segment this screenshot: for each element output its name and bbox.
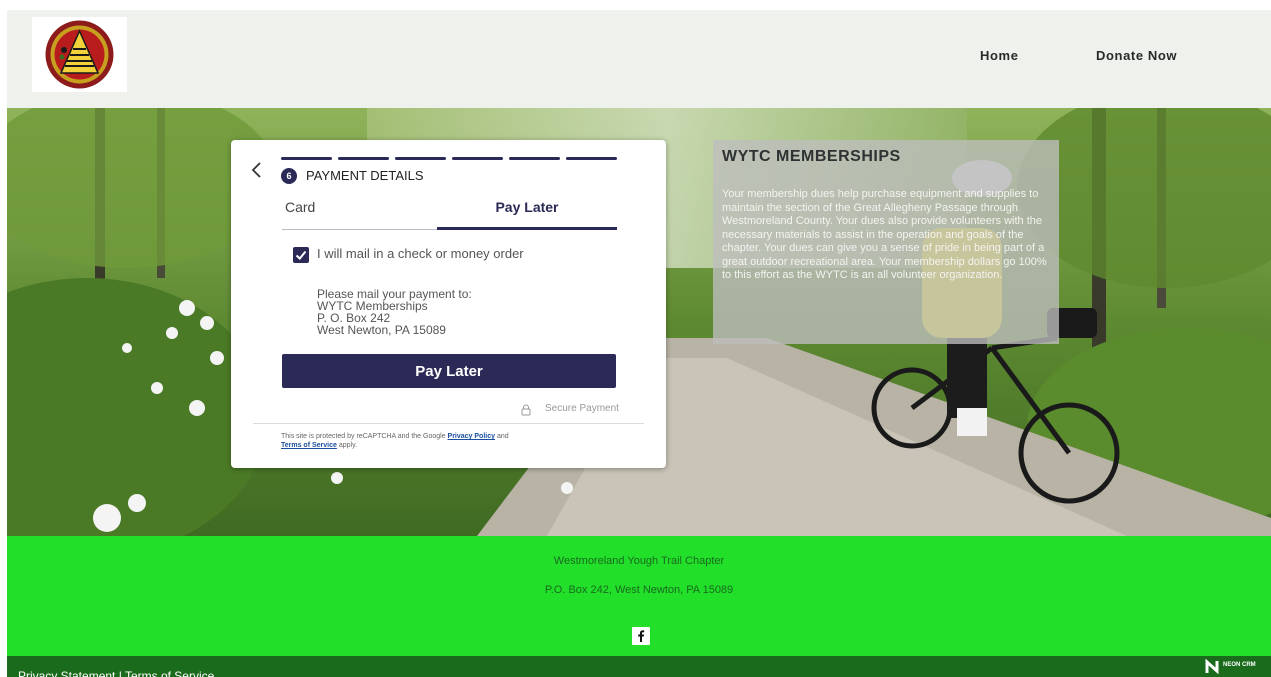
step-number-badge: 6 [281, 168, 297, 184]
privacy-policy-link[interactable]: Privacy Policy [448, 433, 495, 440]
nav-home-link[interactable]: Home [980, 48, 1019, 63]
step-indicator [509, 157, 560, 160]
card-divider [253, 423, 644, 424]
facebook-link[interactable] [632, 627, 650, 645]
step-indicator [566, 157, 617, 160]
site-footer: Westmoreland Yough Trail Chapter P.O. Bo… [7, 536, 1271, 656]
tab-card[interactable]: Card [282, 196, 437, 230]
mail-instructions: Please mail your payment to: WYTC Member… [317, 288, 472, 336]
pay-later-button[interactable]: Pay Later [282, 354, 616, 388]
memberships-title: WYTC MEMBERSHIPS [722, 148, 901, 165]
step-indicator [452, 157, 503, 160]
recaptcha-suffix: apply. [336, 442, 358, 449]
neon-crm-label: NEON CRM [1223, 662, 1256, 668]
neon-crm-logo-icon: NEON CRM [1205, 659, 1256, 675]
site-header: Home Donate Now [7, 10, 1271, 108]
page: Home Donate Now 6 PAYMENT DETAILS Card P… [7, 10, 1271, 677]
terms-of-service-link[interactable]: Terms of Service [281, 442, 337, 449]
mail-check-checkbox[interactable] [293, 247, 309, 263]
wytc-logo[interactable] [32, 17, 127, 92]
payment-card: 6 PAYMENT DETAILS Card Pay Later I will … [231, 140, 666, 468]
chevron-left-icon [251, 162, 261, 178]
footer-legal-links[interactable]: Privacy Statement | Terms of Service [18, 669, 214, 677]
lock-icon [521, 403, 531, 416]
neon-crm-badge[interactable]: NEON CRM [1205, 659, 1261, 675]
step-indicator [338, 157, 389, 160]
mail-check-label: I will mail in a check or money order [317, 246, 524, 261]
checkmark-icon [295, 250, 307, 260]
step-title: PAYMENT DETAILS [306, 168, 424, 183]
secure-payment-label: Secure Payment [545, 403, 619, 414]
bottom-bar: Privacy Statement | Terms of Service NEO… [7, 656, 1271, 677]
recaptcha-prefix: This site is protected by reCAPTCHA and … [281, 433, 448, 440]
tab-pay-later[interactable]: Pay Later [437, 196, 617, 230]
memberships-description: Your membership dues help purchase equip… [722, 188, 1047, 281]
back-button[interactable] [249, 160, 265, 180]
step-indicator [281, 157, 332, 160]
wytc-logo-image [45, 20, 114, 89]
footer-address: P.O. Box 242, West Newton, PA 15089 [544, 584, 734, 596]
step-indicator [395, 157, 446, 160]
mail-line: West Newton, PA 15089 [317, 323, 446, 337]
recaptcha-notice: This site is protected by reCAPTCHA and … [281, 432, 611, 450]
facebook-icon [638, 630, 645, 642]
recaptcha-and: and [495, 433, 509, 440]
nav-donate-link[interactable]: Donate Now [1096, 48, 1177, 63]
step-progress [281, 157, 617, 160]
footer-org-name: Westmoreland Yough Trail Chapter [553, 555, 725, 567]
memberships-info-box: WYTC MEMBERSHIPS Your membership dues he… [713, 140, 1059, 344]
